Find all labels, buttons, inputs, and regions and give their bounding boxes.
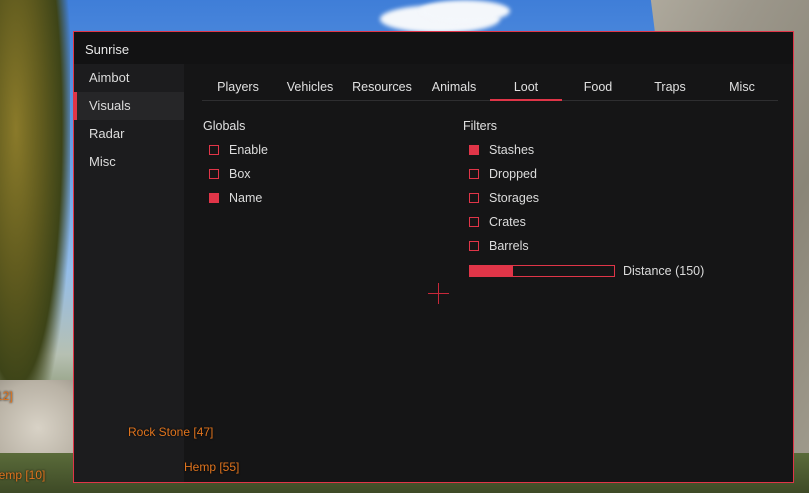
world-label-hemp: Hemp [55] <box>184 460 240 474</box>
sidebar-item-visuals[interactable]: Visuals <box>74 92 184 120</box>
distance-slider[interactable] <box>469 265 615 277</box>
checkbox-enable[interactable]: Enable <box>209 142 268 158</box>
checkbox-dropped[interactable]: Dropped <box>469 166 537 182</box>
world-label-rock-stone: Rock Stone [47] <box>128 425 214 439</box>
sidebar-item-radar[interactable]: Radar <box>74 120 184 148</box>
checkbox-label: Barrels <box>489 239 529 253</box>
menu-window: Sunrise Aimbot Visuals Radar Misc Player… <box>73 31 794 483</box>
checkbox-box[interactable] <box>209 193 219 203</box>
tab-misc[interactable]: Misc <box>706 76 778 100</box>
sidebar: Aimbot Visuals Radar Misc <box>74 64 184 482</box>
window-title: Sunrise <box>85 42 130 57</box>
tab-food[interactable]: Food <box>562 76 634 100</box>
checkbox-stashes[interactable]: Stashes <box>469 142 534 158</box>
tab-traps[interactable]: Traps <box>634 76 706 100</box>
distance-label: Distance (150) <box>623 264 705 278</box>
sidebar-item-misc[interactable]: Misc <box>74 148 184 176</box>
sidebar-item-label: Radar <box>89 126 125 141</box>
sidebar-item-label: Aimbot <box>89 70 130 85</box>
checkbox-box[interactable] <box>469 241 479 251</box>
checkbox-label: Stashes <box>489 143 535 157</box>
tab-bar: Players Vehicles Resources Animals Loot … <box>202 76 778 101</box>
sidebar-item-label: Misc <box>89 154 116 169</box>
tab-resources[interactable]: Resources <box>346 76 418 100</box>
globals-title: Globals <box>203 119 246 133</box>
checkbox-box[interactable] <box>469 145 479 155</box>
checkbox-box[interactable] <box>209 169 219 179</box>
checkbox-crates[interactable]: Crates <box>469 214 526 230</box>
checkbox-box[interactable] <box>469 169 479 179</box>
tree <box>0 0 70 430</box>
tab-vehicles[interactable]: Vehicles <box>274 76 346 100</box>
world-label-hemp: Hemp [10] <box>0 468 46 482</box>
tab-loot[interactable]: Loot <box>490 76 562 101</box>
checkbox-label: Storages <box>489 191 540 205</box>
crosshair-icon <box>428 283 449 304</box>
checkbox-label: Crates <box>489 215 526 229</box>
checkbox-label: Name <box>229 191 263 205</box>
tab-animals[interactable]: Animals <box>418 76 490 100</box>
cloud <box>420 0 510 22</box>
filters-title: Filters <box>463 119 498 133</box>
checkbox-label: Enable <box>229 143 268 157</box>
checkbox-storages[interactable]: Storages <box>469 190 539 206</box>
world-label-marker: 12] <box>0 389 13 403</box>
distance-slider-fill[interactable] <box>470 266 514 276</box>
tab-players[interactable]: Players <box>202 76 274 100</box>
content-panel: Players Vehicles Resources Animals Loot … <box>128 64 793 482</box>
sidebar-item-label: Visuals <box>89 98 131 113</box>
checkbox-barrels[interactable]: Barrels <box>469 238 529 254</box>
distance-slider-row: Distance (150) <box>469 264 704 278</box>
checkbox-box[interactable] <box>209 145 219 155</box>
sidebar-item-aimbot[interactable]: Aimbot <box>74 64 184 92</box>
checkbox-label: Box <box>229 167 251 181</box>
checkbox-label: Dropped <box>489 167 537 181</box>
checkbox-box-esp[interactable]: Box <box>209 166 251 182</box>
checkbox-box[interactable] <box>469 193 479 203</box>
checkbox-box[interactable] <box>469 217 479 227</box>
checkbox-name[interactable]: Name <box>209 190 262 206</box>
